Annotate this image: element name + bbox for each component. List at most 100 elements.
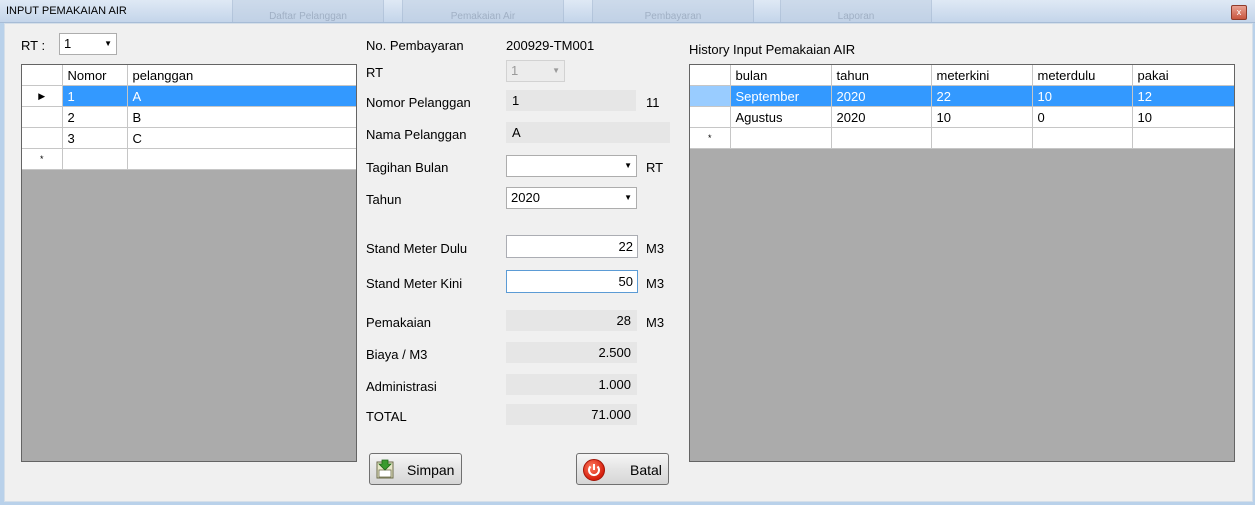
biaya-label: Biaya / M3 <box>366 347 428 362</box>
cell-empty[interactable] <box>831 127 932 149</box>
new-row[interactable]: * <box>690 127 1234 149</box>
chevron-down-icon: ▼ <box>624 193 632 202</box>
table-row[interactable]: ▶ 1 A <box>22 85 356 107</box>
column-header-pakai[interactable]: pakai <box>1132 65 1234 86</box>
chevron-down-icon: ▼ <box>624 161 632 170</box>
save-button-label: Simpan <box>407 462 455 478</box>
chevron-down-icon: ▼ <box>104 39 112 48</box>
column-header-bulan[interactable]: bulan <box>730 65 832 86</box>
cell-bulan[interactable]: Agustus <box>730 106 832 128</box>
tagihan-bulan-suffix: RT <box>646 160 664 175</box>
stand-dulu-unit: M3 <box>646 241 665 256</box>
administrasi-field: 1.000 <box>506 374 637 395</box>
new-row-marker: * <box>22 148 63 170</box>
row-header-corner <box>690 65 731 86</box>
cancel-button[interactable]: Batal <box>576 453 669 485</box>
no-pembayaran-value: 200929-TM001 <box>506 38 595 53</box>
administrasi-label: Administrasi <box>366 379 437 394</box>
cell-empty[interactable] <box>62 148 128 170</box>
cell-meterkini[interactable]: 22 <box>931 85 1033 107</box>
total-label: TOTAL <box>366 409 407 424</box>
column-header-pelanggan[interactable]: pelanggan <box>127 65 356 86</box>
cell-empty[interactable] <box>127 148 356 170</box>
nomor-pelanggan-field: 1 <box>506 90 636 111</box>
stand-dulu-input[interactable]: 22 <box>506 235 638 258</box>
ghost-tab-3: Pembayaran <box>592 0 754 22</box>
tahun-label: Tahun <box>366 192 402 207</box>
biaya-field: 2.500 <box>506 342 637 363</box>
form-client-area: RT : 1 ▼ Nomor pelanggan ▶ 1 A 2 B 3 C * No. Pe… <box>4 23 1253 502</box>
cell-meterkini[interactable]: 10 <box>931 106 1033 128</box>
cell-meterdulu[interactable]: 0 <box>1032 106 1133 128</box>
tahun-combo[interactable]: 2020 ▼ <box>506 187 637 209</box>
new-row[interactable]: * <box>22 148 356 170</box>
rt-label: RT <box>366 65 384 80</box>
stand-dulu-label: Stand Meter Dulu <box>366 241 468 256</box>
customer-grid[interactable]: Nomor pelanggan ▶ 1 A 2 B 3 C * <box>21 64 357 462</box>
close-icon[interactable]: x <box>1231 5 1247 20</box>
cell-nomor[interactable]: 3 <box>62 127 128 149</box>
cell-pelanggan[interactable]: B <box>127 106 356 128</box>
tahun-value: 2020 <box>511 190 540 205</box>
save-button[interactable]: Simpan <box>369 453 462 485</box>
cell-tahun[interactable]: 2020 <box>831 106 932 128</box>
save-icon <box>376 459 394 479</box>
cell-pelanggan[interactable]: A <box>127 85 356 107</box>
cell-meterdulu[interactable]: 10 <box>1032 85 1133 107</box>
cell-pakai[interactable]: 10 <box>1132 106 1234 128</box>
rt-filter-label: RT : <box>21 38 46 53</box>
row-header[interactable] <box>22 127 63 149</box>
customer-grid-header: Nomor pelanggan <box>22 65 356 86</box>
stand-kini-label: Stand Meter Kini <box>366 276 463 291</box>
nomor-pelanggan-extra: 11 <box>646 95 660 110</box>
history-table: bulan tahun meterkini meterdulu pakai Se… <box>690 65 1234 149</box>
tagihan-bulan-combo[interactable]: ▼ <box>506 155 637 177</box>
row-header[interactable] <box>22 106 63 128</box>
nomor-pelanggan-label: Nomor Pelanggan <box>366 95 471 110</box>
tagihan-bulan-label: Tagihan Bulan <box>366 160 449 175</box>
column-header-meterkini[interactable]: meterkini <box>931 65 1033 86</box>
cell-nomor[interactable]: 1 <box>62 85 128 107</box>
cell-empty[interactable] <box>1132 127 1234 149</box>
column-header-nomor[interactable]: Nomor <box>62 65 128 86</box>
row-header[interactable] <box>690 85 731 107</box>
rt-combo-value: 1 <box>511 63 519 78</box>
table-row[interactable]: 3C <box>22 127 356 149</box>
table-row[interactable]: September 2020 22 10 12 <box>690 85 1234 107</box>
history-grid-header: bulan tahun meterkini meterdulu pakai <box>690 65 1234 86</box>
rt-filter-combo[interactable]: 1 ▼ <box>59 33 117 55</box>
pemakaian-field: 28 <box>506 310 637 331</box>
row-header[interactable] <box>690 106 731 128</box>
customer-table: Nomor pelanggan ▶ 1 A 2 B 3 C * <box>22 65 356 170</box>
stand-kini-unit: M3 <box>646 276 665 291</box>
cell-empty[interactable] <box>730 127 832 149</box>
rt-combo: 1 ▼ <box>506 60 565 82</box>
table-row[interactable]: 2B <box>22 106 356 128</box>
total-field: 71.000 <box>506 404 637 425</box>
pemakaian-label: Pemakaian <box>366 315 432 330</box>
cell-empty[interactable] <box>931 127 1033 149</box>
cell-tahun[interactable]: 2020 <box>831 85 932 107</box>
pemakaian-unit: M3 <box>646 315 665 330</box>
row-header[interactable]: ▶ <box>22 85 63 107</box>
rt-filter-value: 1 <box>64 36 72 51</box>
no-pembayaran-label: No. Pembayaran <box>366 38 464 53</box>
cell-bulan[interactable]: September <box>730 85 832 107</box>
history-title: History Input Pemakaian AIR <box>689 42 856 57</box>
table-row[interactable]: Agustus 2020 10 0 10 <box>690 106 1234 128</box>
nama-pelanggan-field: A <box>506 122 670 143</box>
column-header-tahun[interactable]: tahun <box>831 65 932 86</box>
cell-pelanggan[interactable]: C <box>127 127 356 149</box>
ghost-tab-1: Daftar Pelanggan <box>232 0 384 22</box>
history-grid[interactable]: bulan tahun meterkini meterdulu pakai Se… <box>689 64 1235 462</box>
cell-pakai[interactable]: 12 <box>1132 85 1234 107</box>
cell-nomor[interactable]: 2 <box>62 106 128 128</box>
current-row-icon: ▶ <box>38 90 46 101</box>
cell-empty[interactable] <box>1032 127 1133 149</box>
nama-pelanggan-label: Nama Pelanggan <box>366 127 467 142</box>
row-header-corner <box>22 65 63 86</box>
column-header-meterdulu[interactable]: meterdulu <box>1032 65 1133 86</box>
stand-kini-input[interactable]: 50 <box>506 270 638 293</box>
ghost-tab-2: Pemakaian Air <box>402 0 564 22</box>
cancel-button-label: Batal <box>630 462 662 478</box>
